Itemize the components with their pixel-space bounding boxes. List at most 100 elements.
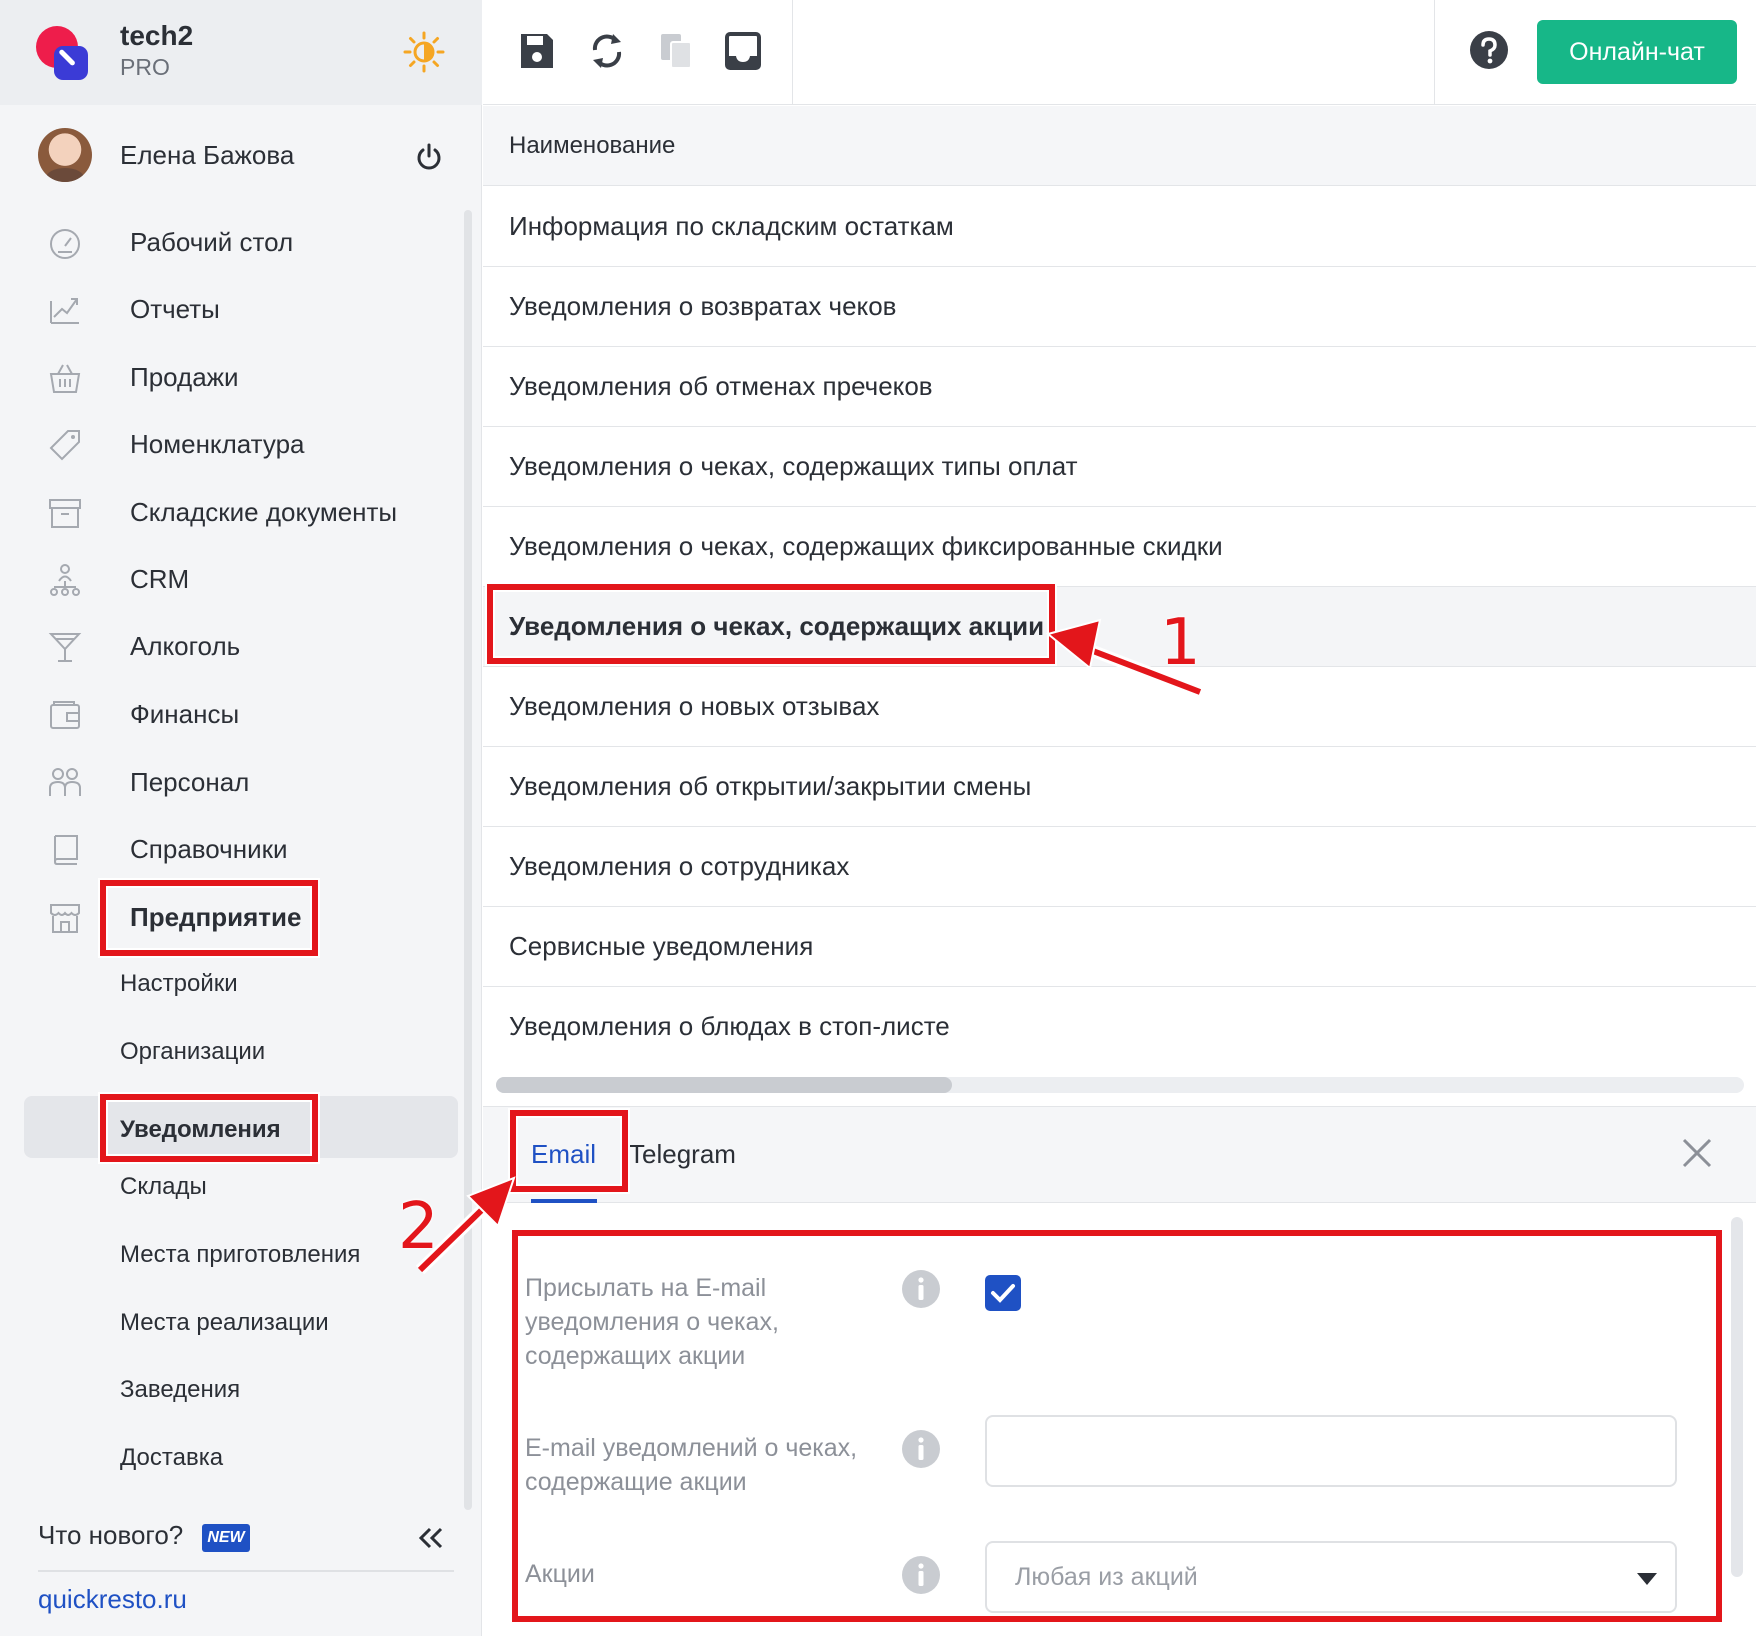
sidebar: tech2 PRO Елена Бажова Рабочий стол Отче… xyxy=(0,0,482,1636)
table-row[interactable]: Уведомления о сотрудниках xyxy=(483,827,1756,907)
refresh-icon[interactable] xyxy=(587,30,627,72)
channel-tabs: Email Telegram xyxy=(483,1107,1756,1203)
subnav-label: Организации xyxy=(120,1038,266,1065)
nav-label: Справочники xyxy=(130,834,288,864)
step-number-2: 2 xyxy=(398,1190,439,1264)
subnav-item-sale-places[interactable]: Места реализации xyxy=(0,1291,470,1353)
subnav-label: Места реализации xyxy=(120,1309,329,1336)
nav-item-crm[interactable]: CRM xyxy=(0,547,470,609)
table-row[interactable]: Уведомления об открытии/закрытии смены xyxy=(483,747,1756,827)
row-label: Информация по складским остаткам xyxy=(509,211,954,241)
close-icon[interactable] xyxy=(1681,1137,1713,1169)
highlight-form xyxy=(512,1230,1722,1622)
nav-label: Отчеты xyxy=(130,294,220,324)
top-toolbar: Онлайн-чат xyxy=(483,0,1756,105)
subnav-label: Места приготовления xyxy=(120,1241,361,1268)
user-profile: Елена Бажова xyxy=(0,110,482,202)
app-plan: PRO xyxy=(120,54,170,80)
row-label: Уведомления об отменах пречеков xyxy=(509,371,933,401)
table-row[interactable]: Информация по складским остаткам xyxy=(483,187,1756,267)
nav-item-sales[interactable]: Продажи xyxy=(0,345,470,407)
table-row[interactable]: Уведомления о новых отзывах xyxy=(483,667,1756,747)
nav-item-nomenclature[interactable]: Номенклатура xyxy=(0,412,470,474)
app-logo[interactable] xyxy=(36,26,92,80)
row-label: Уведомления о возвратах чеков xyxy=(509,291,897,321)
store-icon xyxy=(50,904,80,933)
subnav-label: Настройки xyxy=(120,970,238,997)
nav-label: Рабочий стол xyxy=(130,227,294,257)
help-icon[interactable] xyxy=(1469,30,1509,70)
nav-label: Персонал xyxy=(130,767,250,797)
row-label: Уведомления о чеках, содержащих типы опл… xyxy=(509,451,1078,481)
nav-label: Алкоголь xyxy=(130,631,241,661)
row-label: Сервисные уведомления xyxy=(509,931,814,961)
nav-item-warehouse-docs[interactable]: Складские документы xyxy=(0,480,470,542)
nav-item-finance[interactable]: Финансы xyxy=(0,682,470,744)
book-icon xyxy=(53,835,78,865)
subnav-label: Заведения xyxy=(120,1376,241,1403)
theme-sun-icon[interactable] xyxy=(402,30,446,74)
whats-new-link[interactable]: Что нового? xyxy=(38,1520,183,1551)
highlight-enterprise xyxy=(100,880,318,956)
subnav-item-venues[interactable]: Заведения xyxy=(0,1358,470,1420)
site-link[interactable]: quickresto.ru xyxy=(38,1584,187,1615)
highlight-selected-row xyxy=(487,584,1055,664)
app-name: tech2 xyxy=(120,20,194,51)
avatar[interactable] xyxy=(38,128,92,182)
column-header-name[interactable]: Наименование xyxy=(509,132,675,160)
table-row[interactable]: Уведомления о блюдах в стоп-листе xyxy=(483,987,1756,1067)
new-badge: NEW xyxy=(202,1524,250,1552)
inbox-icon[interactable] xyxy=(723,30,763,72)
sales-basket-icon xyxy=(49,364,81,393)
nav-label: Складские документы xyxy=(130,497,398,527)
table-row[interactable]: Уведомления о чеках, содержащих фиксиров… xyxy=(483,507,1756,587)
nav-label: Продажи xyxy=(130,362,239,392)
nav-label: CRM xyxy=(130,564,190,594)
nav-label: Номенклатура xyxy=(130,429,305,459)
active-tab-indicator xyxy=(531,1199,597,1203)
toolbar-separator xyxy=(1434,0,1435,105)
nav-item-staff[interactable]: Персонал xyxy=(0,750,470,812)
row-label: Уведомления о блюдах в стоп-листе xyxy=(509,1011,950,1041)
save-icon[interactable] xyxy=(517,30,557,72)
subnav-item-organizations[interactable]: Организации xyxy=(0,1020,470,1082)
user-name: Елена Бажова xyxy=(120,140,295,170)
staff-icon xyxy=(49,768,81,796)
wallet-icon xyxy=(50,701,80,729)
row-label: Уведомления о новых отзывах xyxy=(509,691,880,721)
scrollbar-thumb[interactable] xyxy=(496,1077,952,1093)
tab-telegram[interactable]: Telegram xyxy=(629,1139,736,1170)
subnav-item-delivery[interactable]: Доставка xyxy=(0,1426,470,1488)
panel-scrollbar[interactable] xyxy=(1731,1217,1743,1577)
list-header: Наименование xyxy=(483,106,1756,186)
row-label: Уведомления об открытии/закрытии смены xyxy=(509,771,1032,801)
subnav-label: Склады xyxy=(120,1173,207,1200)
online-chat-button[interactable]: Онлайн-чат xyxy=(1537,20,1737,84)
crm-icon xyxy=(50,564,80,596)
highlight-notifications xyxy=(100,1094,318,1162)
highlight-email-tab xyxy=(510,1110,628,1192)
divider xyxy=(38,1570,454,1572)
subnav-item-settings[interactable]: Настройки xyxy=(0,952,470,1014)
reports-icon xyxy=(50,298,79,324)
toolbar-separator xyxy=(792,0,793,105)
archive-icon xyxy=(49,499,81,528)
subnav-label: Доставка xyxy=(120,1444,224,1471)
cocktail-icon xyxy=(48,633,82,662)
nav-item-dashboard[interactable]: Рабочий стол xyxy=(0,210,470,272)
nav-item-alcohol[interactable]: Алкоголь xyxy=(0,614,470,676)
power-icon[interactable] xyxy=(414,142,444,172)
table-row[interactable]: Уведомления о возвратах чеков xyxy=(483,267,1756,347)
dashboard-icon xyxy=(50,229,80,259)
horizontal-scrollbar[interactable] xyxy=(496,1077,1744,1093)
row-label: Уведомления о сотрудниках xyxy=(509,851,850,881)
nav-item-reports[interactable]: Отчеты xyxy=(0,277,470,339)
nav-item-references[interactable]: Справочники xyxy=(0,817,470,879)
table-row[interactable]: Уведомления об отменах пречеков xyxy=(483,347,1756,427)
table-row[interactable]: Сервисные уведомления xyxy=(483,907,1756,987)
tag-icon xyxy=(49,430,80,461)
collapse-sidebar-icon[interactable] xyxy=(418,1526,444,1550)
table-row[interactable]: Уведомления о чеках, содержащих типы опл… xyxy=(483,427,1756,507)
copy-icon[interactable] xyxy=(657,30,697,72)
row-label: Уведомления о чеках, содержащих фиксиров… xyxy=(509,531,1223,561)
